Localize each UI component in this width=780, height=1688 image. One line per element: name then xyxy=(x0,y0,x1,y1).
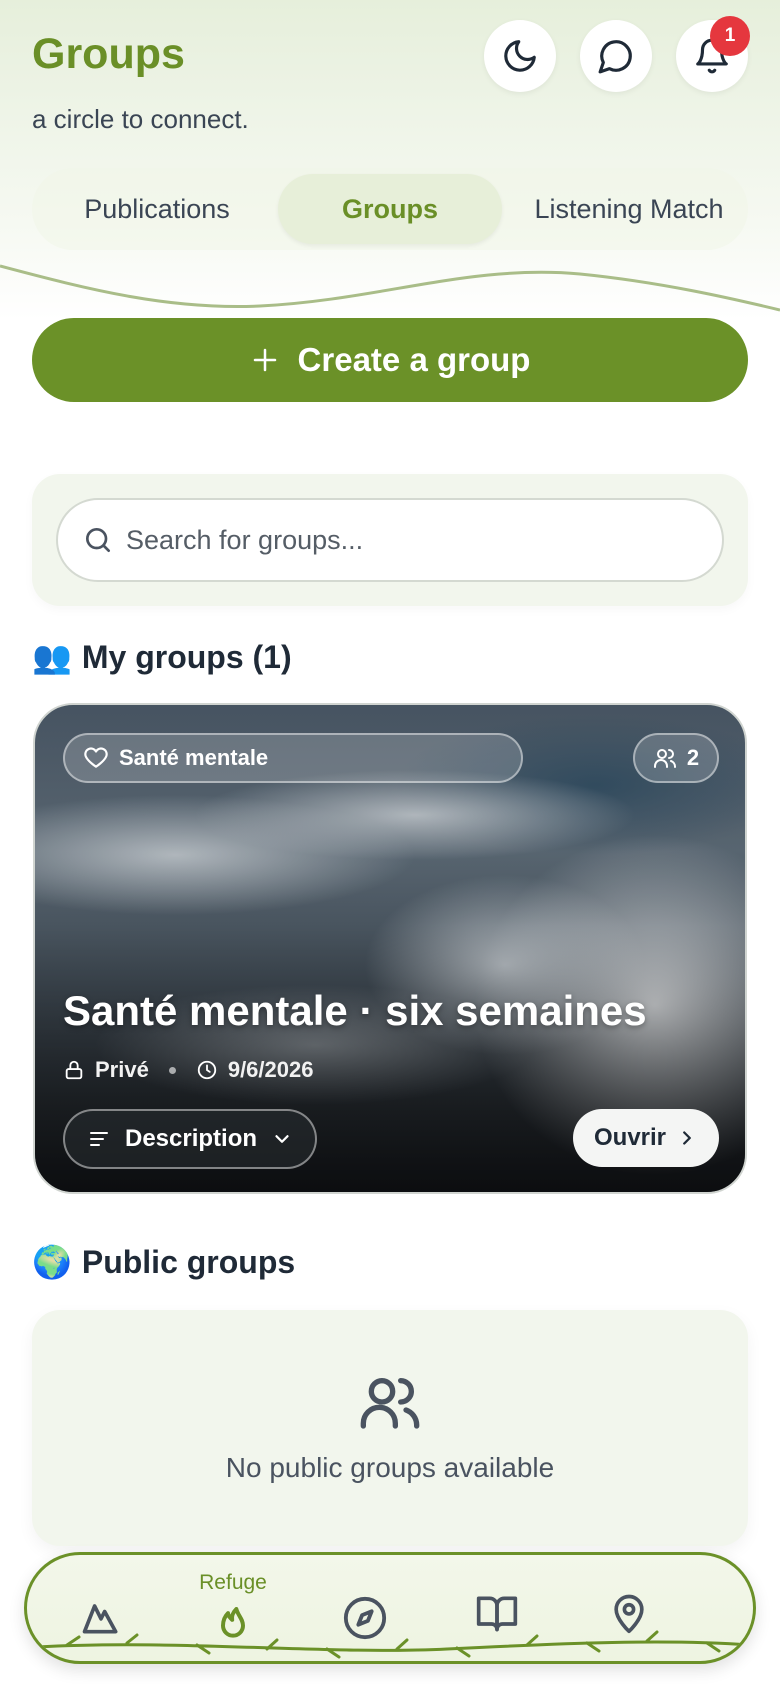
chat-bubble-icon xyxy=(598,40,632,74)
clock-icon xyxy=(197,1060,216,1080)
tab-listening-match[interactable]: Listening Match xyxy=(514,174,744,244)
nav-item-explore[interactable] xyxy=(315,1555,415,1661)
notification-badge: 1 xyxy=(710,16,750,56)
open-label: Ouvrir xyxy=(593,1124,667,1151)
tab-groups[interactable]: Groups xyxy=(278,174,502,244)
users-icon xyxy=(653,749,676,768)
lock-icon xyxy=(65,1060,83,1080)
chevron-down-icon xyxy=(275,1135,289,1143)
tab-bar: Publications Groups Listening Match xyxy=(32,168,748,250)
member-count-chip: 2 xyxy=(633,733,719,783)
flame-icon xyxy=(221,1607,245,1638)
search-box[interactable] xyxy=(56,498,724,582)
book-icon xyxy=(476,1596,518,1632)
location-pin-icon xyxy=(614,1594,644,1634)
nav-label-refuge: Refuge xyxy=(199,1571,267,1594)
users-icon xyxy=(360,1378,420,1429)
public-groups-heading: 🌍 Public groups xyxy=(32,1243,295,1281)
dark-mode-button[interactable] xyxy=(484,20,556,92)
search-icon xyxy=(86,528,110,552)
search-input[interactable] xyxy=(126,524,686,556)
visibility-label: Privé xyxy=(95,1057,149,1082)
nav-item-journal[interactable] xyxy=(447,1555,547,1661)
group-card[interactable]: Santé mentale 2 Santé mentale · six sema… xyxy=(33,703,747,1194)
public-groups-title: Public groups xyxy=(81,1243,296,1280)
public-groups-empty-state: No public groups available xyxy=(32,1310,748,1546)
nav-item-location[interactable] xyxy=(579,1555,679,1661)
nav-item-refuge[interactable]: Refuge xyxy=(183,1555,283,1661)
page-subtitle: a circle to connect. xyxy=(32,104,249,134)
tab-publications[interactable]: Publications xyxy=(52,174,262,244)
groups-page: Groups a circle to connect. 1 Publicatio… xyxy=(0,0,780,1688)
notifications-button[interactable]: 1 xyxy=(676,16,750,92)
messages-button[interactable] xyxy=(580,20,652,92)
create-group-label: Create a group xyxy=(297,341,531,378)
group-date: 9/6/2026 xyxy=(227,1057,314,1082)
header: Groups a circle to connect. 1 Publicatio… xyxy=(0,0,780,320)
my-groups-heading: 👥 My groups (1) xyxy=(32,638,292,676)
group-title: Santé mentale · six semaines xyxy=(63,987,647,1034)
meta-separator xyxy=(168,1066,176,1074)
group-meta: Privé 9/6/2026 xyxy=(63,1057,313,1083)
bottom-nav: Refuge xyxy=(24,1552,756,1664)
compass-icon xyxy=(343,1596,387,1640)
member-count: 2 xyxy=(686,745,700,770)
search-panel xyxy=(32,474,748,606)
chevron-right-icon xyxy=(683,1131,691,1145)
mountain-icon xyxy=(82,1604,118,1634)
category-label: Santé mentale xyxy=(119,745,269,770)
create-group-button[interactable]: Create a group xyxy=(32,318,748,402)
page-title: Groups xyxy=(32,30,185,78)
nav-item-mountain[interactable] xyxy=(51,1555,151,1661)
moon-icon xyxy=(504,40,536,72)
empty-state-text: No public groups available xyxy=(225,1452,555,1483)
plus-icon xyxy=(253,348,276,372)
open-group-button[interactable]: Ouvrir xyxy=(573,1109,719,1167)
description-toggle-button[interactable]: Description xyxy=(63,1109,317,1169)
heart-icon xyxy=(84,747,108,768)
category-chip: Santé mentale xyxy=(63,733,523,783)
my-groups-title: My groups (1) xyxy=(81,638,292,675)
text-lines-icon xyxy=(89,1132,108,1146)
public-groups-emoji: 🌍 xyxy=(32,1244,72,1280)
description-label: Description xyxy=(124,1125,258,1152)
my-groups-emoji: 👥 xyxy=(32,639,72,675)
